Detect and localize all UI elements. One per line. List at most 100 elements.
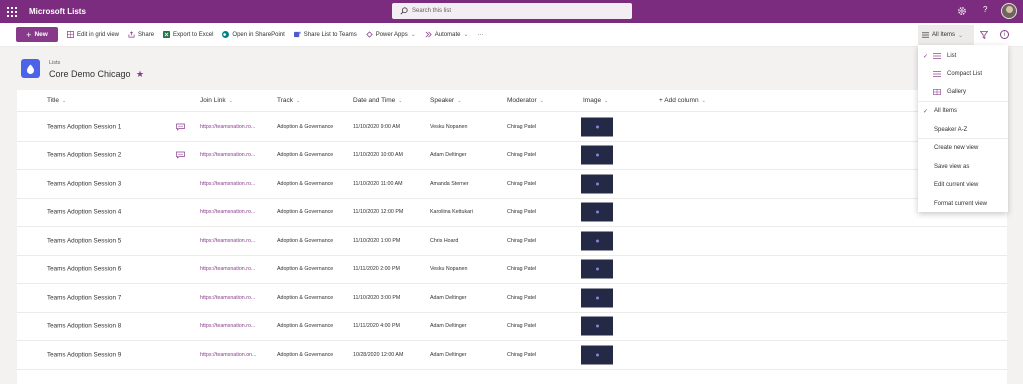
cell-speaker: Amanda Sterner bbox=[430, 180, 469, 187]
cell-date: 11/10/2020 12:00 PM bbox=[353, 209, 404, 216]
view-menu-item-all-items[interactable]: ✓ All Items bbox=[918, 102, 1008, 120]
cell-join-link[interactable]: https://teamsnation.ro... bbox=[200, 266, 255, 272]
cell-title[interactable]: Teams Adoption Session 9 bbox=[47, 351, 121, 358]
column-header-track[interactable]: Track ⌄ bbox=[277, 97, 300, 104]
menu-divider bbox=[918, 101, 1008, 102]
view-menu-item-create-new-view[interactable]: Create new view bbox=[918, 139, 1008, 157]
chevron-down-icon: ⌄ bbox=[701, 98, 706, 104]
list-table: Title ⌄ Join Link ⌄ Track ⌄ Date and Time ⌄ … bbox=[17, 90, 1007, 384]
cell-title[interactable]: Teams Adoption Session 3 bbox=[47, 180, 121, 187]
cell-speaker: Chris Hoard bbox=[430, 237, 459, 244]
view-menu-item-save-view-as[interactable]: Save view as bbox=[918, 158, 1008, 176]
cell-moderator: Chirag Patel bbox=[507, 351, 537, 358]
cell-title[interactable]: Teams Adoption Session 4 bbox=[47, 209, 121, 216]
table-row[interactable]: Teams Adoption Session 6 https://teamsnat… bbox=[17, 256, 1007, 284]
automate-menu[interactable]: Automate ⌄ bbox=[425, 31, 468, 38]
table-row[interactable]: Teams Adoption Session 4 https://teamsnat… bbox=[17, 199, 1007, 227]
view-menu-item-label: All Items bbox=[934, 108, 958, 114]
automate-icon bbox=[425, 31, 432, 38]
view-menu-item-format-current-view[interactable]: Format current view bbox=[918, 195, 1008, 213]
favorite-star-icon[interactable]: ★ bbox=[136, 69, 144, 80]
column-header-join-link[interactable]: Join Link ⌄ bbox=[200, 97, 233, 104]
view-menu-item-gallery[interactable]: Gallery bbox=[918, 83, 1008, 101]
image-thumbnail[interactable] bbox=[581, 231, 613, 251]
image-thumbnail[interactable] bbox=[581, 117, 613, 137]
table-row[interactable]: Teams Adoption Session 2 https://teamsnat… bbox=[17, 142, 1007, 170]
table-row[interactable]: Teams Adoption Session 3 https://teamsnat… bbox=[17, 170, 1007, 199]
chevron-down-icon: ⌄ bbox=[228, 98, 233, 104]
more-button[interactable]: ··· bbox=[477, 32, 483, 38]
search-input[interactable]: Search this list bbox=[412, 8, 451, 14]
comment-icon[interactable] bbox=[176, 123, 185, 131]
filter-icon[interactable] bbox=[980, 31, 988, 39]
cell-join-link[interactable]: https://teamsnation.ro... bbox=[200, 238, 255, 244]
breadcrumb[interactable]: Lists bbox=[49, 60, 60, 66]
app-launcher-icon[interactable] bbox=[0, 0, 23, 23]
view-menu-item-label: List bbox=[947, 53, 957, 59]
cell-track: Adoption & Governance bbox=[277, 266, 334, 273]
view-menu-item-speaker-a-z[interactable]: Speaker A-Z bbox=[918, 121, 1008, 139]
edit-grid-button[interactable]: Edit in grid view bbox=[67, 31, 119, 38]
add-column-button[interactable]: + Add column ⌄ bbox=[659, 97, 706, 104]
search-box[interactable]: Search this list bbox=[392, 3, 632, 19]
open-sharepoint-button[interactable]: Open in SharePoint bbox=[222, 31, 285, 38]
info-icon[interactable]: i bbox=[1000, 30, 1009, 39]
view-menu-item-list[interactable]: ✓ List bbox=[918, 47, 1008, 65]
table-row[interactable]: Teams Adoption Session 9 https://teamsnat… bbox=[17, 341, 1007, 370]
export-excel-button[interactable]: Export to Excel bbox=[163, 31, 213, 38]
suite-bar: Microsoft Lists Search this list ? bbox=[0, 0, 1023, 23]
gear-icon[interactable] bbox=[957, 6, 967, 16]
comment-icon[interactable] bbox=[176, 151, 185, 159]
image-thumbnail[interactable] bbox=[581, 345, 613, 365]
view-menu-item-label: Compact List bbox=[947, 71, 983, 77]
cell-title[interactable]: Teams Adoption Session 8 bbox=[47, 323, 121, 330]
column-header-moderator[interactable]: Moderator ⌄ bbox=[507, 97, 544, 104]
table-row[interactable]: Teams Adoption Session 1 https://teamsnat… bbox=[17, 113, 1007, 142]
list-lines-icon bbox=[933, 53, 941, 59]
power-apps-menu[interactable]: Power Apps ⌄ bbox=[366, 31, 416, 38]
cell-title[interactable]: Teams Adoption Session 7 bbox=[47, 294, 121, 301]
cell-join-link[interactable]: https://teamsnation.ro... bbox=[200, 323, 255, 329]
table-row[interactable]: Teams Adoption Session 8 https://teamsnat… bbox=[17, 313, 1007, 341]
sharepoint-icon bbox=[222, 31, 230, 38]
column-header-date[interactable]: Date and Time ⌄ bbox=[353, 97, 402, 104]
cell-moderator: Chirag Patel bbox=[507, 323, 537, 330]
cell-title[interactable]: Teams Adoption Session 5 bbox=[47, 237, 121, 244]
cell-join-link[interactable]: https://teamsnation.ro... bbox=[200, 209, 255, 215]
image-thumbnail[interactable] bbox=[581, 174, 613, 194]
cell-join-link[interactable]: https://teamsnation.on... bbox=[200, 352, 257, 358]
cell-join-link[interactable]: https://teamsnation.ro... bbox=[200, 295, 255, 301]
image-thumbnail[interactable] bbox=[581, 288, 613, 308]
list-icon bbox=[21, 59, 40, 78]
cell-title[interactable]: Teams Adoption Session 6 bbox=[47, 266, 121, 273]
cell-title[interactable]: Teams Adoption Session 2 bbox=[47, 152, 121, 159]
image-thumbnail[interactable] bbox=[581, 145, 613, 165]
teams-icon bbox=[293, 31, 301, 38]
cell-join-link[interactable]: https://teamsnation.ro... bbox=[200, 181, 255, 187]
view-menu-item-compact-list[interactable]: Compact List bbox=[918, 65, 1008, 83]
power-apps-icon bbox=[366, 31, 373, 38]
app-title[interactable]: Microsoft Lists bbox=[29, 7, 86, 16]
cell-join-link[interactable]: https://teamsnation.ro... bbox=[200, 124, 255, 130]
image-thumbnail[interactable] bbox=[581, 259, 613, 279]
table-row[interactable]: Teams Adoption Session 5 https://teamsnat… bbox=[17, 227, 1007, 256]
table-row[interactable]: Teams Adoption Session 7 https://teamsnat… bbox=[17, 284, 1007, 313]
cell-date: 11/11/2020 2:00 PM bbox=[353, 266, 400, 273]
image-thumbnail[interactable] bbox=[581, 316, 613, 336]
column-header-speaker[interactable]: Speaker ⌄ bbox=[430, 97, 461, 104]
cell-speaker: Karoliina Kettukari bbox=[430, 209, 473, 216]
cell-title[interactable]: Teams Adoption Session 1 bbox=[47, 123, 121, 130]
column-header-image[interactable]: Image ⌄ bbox=[583, 97, 608, 104]
share-button[interactable]: Share bbox=[128, 31, 154, 38]
view-menu-item-edit-current-view[interactable]: Edit current view bbox=[918, 176, 1008, 194]
help-icon[interactable]: ? bbox=[983, 5, 987, 14]
new-button[interactable]: + New bbox=[16, 27, 58, 42]
column-header-title[interactable]: Title ⌄ bbox=[47, 97, 66, 104]
image-thumbnail[interactable] bbox=[581, 202, 613, 222]
cell-join-link[interactable]: https://teamsnation.ro... bbox=[200, 152, 255, 158]
cell-speaker: Adam Deltinger bbox=[430, 294, 467, 301]
share-teams-button[interactable]: Share List to Teams bbox=[293, 31, 357, 38]
view-selector[interactable]: All Items ⌄ bbox=[918, 25, 974, 45]
avatar[interactable] bbox=[1001, 3, 1017, 19]
cell-moderator: Chirag Patel bbox=[507, 294, 537, 301]
